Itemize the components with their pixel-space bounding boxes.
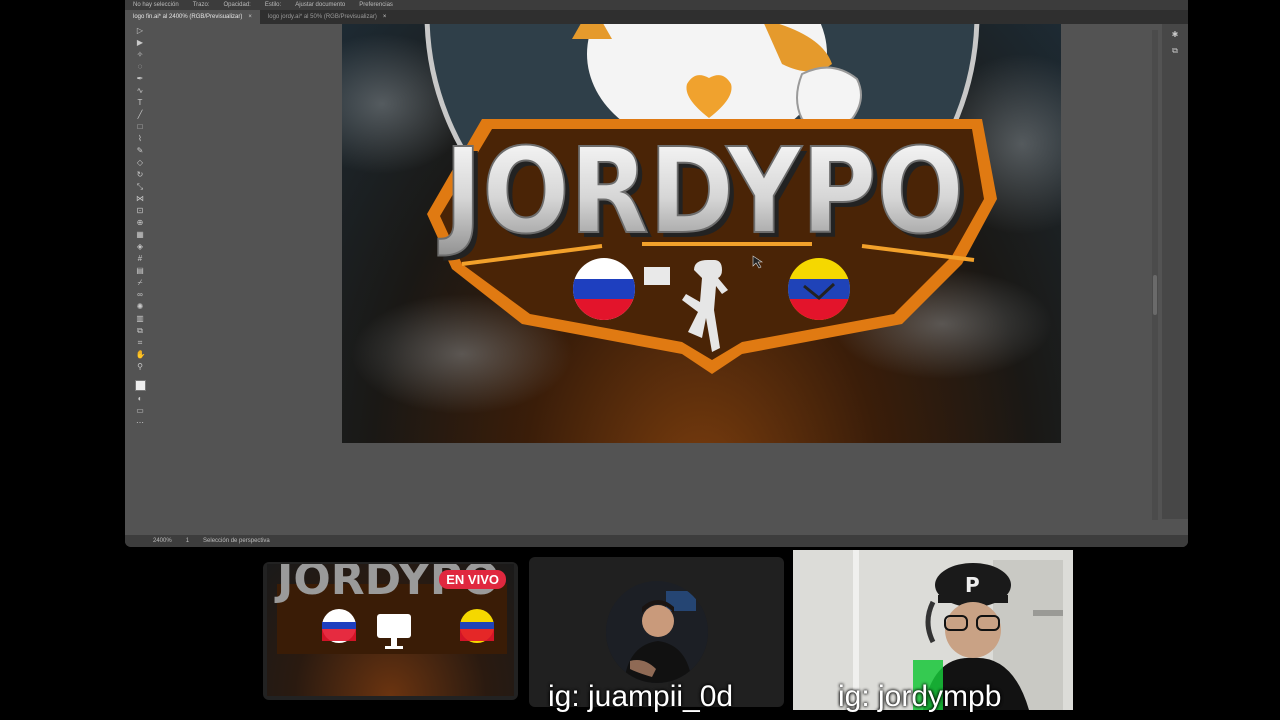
control-bar-document-setup[interactable]: Ajustar documento <box>295 2 345 8</box>
control-bar-selection: No hay selección <box>133 2 179 8</box>
free-transform-icon[interactable]: ⊡ <box>136 206 145 215</box>
close-icon[interactable]: × <box>248 10 252 24</box>
line-tool-icon[interactable]: ╱ <box>136 110 145 119</box>
status-bar: 2400% 1 Selección de perspectiva <box>125 535 1188 547</box>
live-badge: EN VIVO <box>439 570 506 589</box>
rotate-icon[interactable]: ↻ <box>136 170 145 179</box>
blend-icon[interactable]: ∞ <box>136 290 145 299</box>
shape-builder-icon[interactable]: ⊕ <box>136 218 145 227</box>
hand-icon[interactable]: ✋ <box>136 350 146 359</box>
illustrator-window: No hay selección Trazo: Opacidad: Estilo… <box>125 0 1188 547</box>
svg-text:P: P <box>965 573 980 597</box>
close-icon[interactable]: × <box>383 10 387 24</box>
scale-icon[interactable]: ⤡ <box>136 182 145 191</box>
layers-panel-icon[interactable]: ⧉ <box>1170 46 1180 56</box>
curvature-icon[interactable]: ∿ <box>136 86 145 95</box>
lasso-icon[interactable]: ◌ <box>136 62 145 71</box>
properties-panel-icon[interactable]: ✱ <box>1170 30 1180 40</box>
perspective-selection-icon[interactable]: ◈ <box>136 242 145 251</box>
paintbrush-icon[interactable]: ⌇ <box>136 134 145 143</box>
selection-tool-icon[interactable]: ▷ <box>136 26 145 35</box>
control-bar: No hay selección Trazo: Opacidad: Estilo… <box>125 0 1188 10</box>
participant-caption: ig: juampii_0d <box>548 680 734 713</box>
draw-mode-icon[interactable]: ◐ <box>136 394 145 403</box>
vertical-scrollbar[interactable] <box>1152 30 1158 520</box>
mascot-paw <box>796 66 862 128</box>
current-tool-label: Selección de perspectiva <box>203 538 270 544</box>
tab-logo-jordy[interactable]: logo jordy.ai* al 50% (RGB/Previsualizar… <box>259 10 395 24</box>
slice-icon[interactable]: ⌗ <box>136 338 145 347</box>
width-tool-icon[interactable]: ⋈ <box>136 194 145 203</box>
symbol-sprayer-icon[interactable]: ✺ <box>136 302 145 311</box>
column-graph-icon[interactable]: ▥ <box>136 314 145 323</box>
scrollbar-thumb[interactable] <box>1153 275 1157 315</box>
logo-dash <box>644 267 670 285</box>
control-bar-preferences[interactable]: Preferencias <box>359 2 393 8</box>
artboard-canvas[interactable]: JORDYPO JORDYPO <box>342 24 1061 443</box>
zoom-icon[interactable]: ⚲ <box>136 362 145 371</box>
eraser-icon[interactable]: ◇ <box>136 158 145 167</box>
type-tool-icon[interactable]: T <box>136 98 145 107</box>
control-bar-stroke[interactable]: Trazo: <box>193 2 210 8</box>
mesh-icon[interactable]: # <box>136 254 145 263</box>
tab-label: logo jordy.ai* al 50% (RGB/Previsualizar… <box>267 14 377 20</box>
screen-share-thumbnail[interactable]: JORDYPO EN VIVO <box>263 562 518 700</box>
perspective-grid-icon[interactable]: ▦ <box>136 230 145 239</box>
artboard-number[interactable]: 1 <box>186 538 189 544</box>
screen-share-preview: JORDYPO EN VIVO <box>267 562 514 696</box>
artboard-icon[interactable]: ⧉ <box>136 326 145 335</box>
magic-wand-icon[interactable]: ✧ <box>136 50 145 59</box>
monitor-icon <box>377 614 411 638</box>
tab-logo-fin[interactable]: logo fin.ai* al 2400% (RGB/Previsualizar… <box>125 10 260 24</box>
panels-dock: ✱ ⧉ <box>1162 24 1188 519</box>
document-tabs: logo fin.ai* al 2400% (RGB/Previsualizar… <box>125 10 1188 24</box>
eyedropper-icon[interactable]: ⌿ <box>136 278 145 287</box>
rectangle-tool-icon[interactable]: □ <box>136 122 145 131</box>
more-tools-icon[interactable]: ⋯ <box>136 418 145 427</box>
control-bar-style[interactable]: Estilo: <box>265 2 281 8</box>
avatar <box>606 581 708 683</box>
pen-tool-icon[interactable]: ✒ <box>136 74 145 83</box>
fill-color-swatch[interactable] <box>134 380 146 391</box>
tab-label: logo fin.ai* al 2400% (RGB/Previsualizar… <box>133 14 243 20</box>
participant-caption: ig: jordympb <box>838 680 1002 713</box>
logo-artwork: JORDYPO JORDYPO <box>342 24 1061 414</box>
shaper-icon[interactable]: ✎ <box>136 146 145 155</box>
person-icon <box>606 581 708 683</box>
zoom-level[interactable]: 2400% <box>153 538 172 544</box>
control-bar-opacity[interactable]: Opacidad: <box>223 2 250 8</box>
screen-mode-icon[interactable]: ▭ <box>136 406 145 415</box>
logo-text: JORDYPO <box>438 122 964 260</box>
direct-selection-icon[interactable]: ▶ <box>136 38 145 47</box>
gradient-icon[interactable]: ▤ <box>136 266 145 275</box>
tools-panel: ▷ ▶ ✧ ◌ ✒ ∿ T ╱ □ ⌇ ✎ ◇ ↻ ⤡ ⋈ ⊡ ⊕ ▦ ◈ # … <box>133 26 147 496</box>
